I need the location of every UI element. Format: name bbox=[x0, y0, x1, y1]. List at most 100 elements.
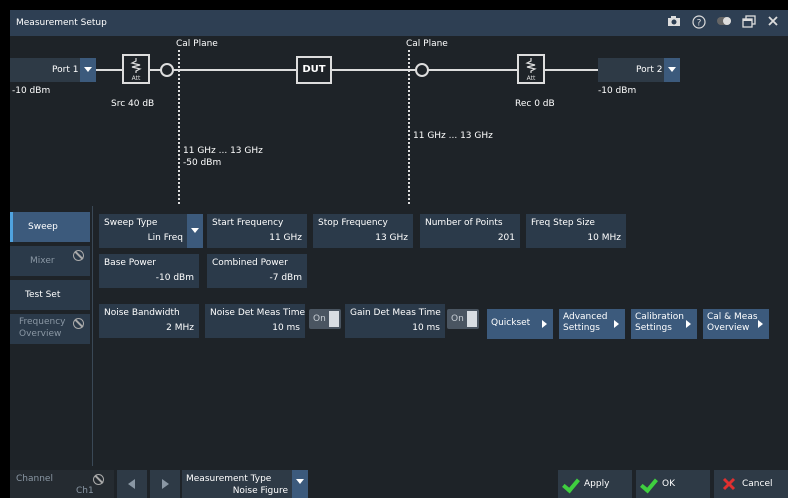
sweep-type-label: Sweep Type bbox=[104, 218, 158, 228]
help-icon[interactable]: ? bbox=[691, 15, 707, 31]
close-icon[interactable] bbox=[765, 15, 781, 31]
sweep-type-field[interactable]: Sweep Type Lin Freq bbox=[99, 214, 187, 248]
freq-step-size-label: Freq Step Size bbox=[531, 218, 595, 228]
freq-step-size-field[interactable]: Freq Step Size 10 MHz bbox=[526, 214, 626, 248]
measurement-setup-dialog: Measurement Setup ? Port 1 -10 dBm Att S… bbox=[10, 10, 788, 498]
sidebar-item-label: Frequency bbox=[19, 317, 66, 327]
chevron-right-icon bbox=[542, 320, 547, 328]
previous-button[interactable] bbox=[117, 470, 147, 498]
checkmark-icon bbox=[562, 474, 580, 494]
toggle-icon[interactable] bbox=[716, 15, 732, 31]
not-available-icon bbox=[73, 318, 84, 329]
cal-plane-right-label: Cal Plane bbox=[406, 39, 448, 49]
start-frequency-field[interactable]: Start Frequency 11 GHz bbox=[207, 214, 307, 248]
gain-det-meas-time-field[interactable]: Gain Det Meas Time 10 ms bbox=[345, 304, 445, 338]
chevron-left-icon bbox=[128, 479, 135, 489]
checkmark-icon bbox=[640, 474, 658, 494]
quickset-button[interactable]: Quickset bbox=[487, 309, 553, 339]
apply-button[interactable]: Apply bbox=[558, 470, 632, 498]
sidebar-item-frequency-overview[interactable]: Frequency Overview bbox=[10, 314, 90, 344]
noise-det-toggle[interactable]: On bbox=[309, 309, 341, 329]
port1-label: Port 1 bbox=[52, 65, 79, 75]
channel-field[interactable]: Channel Ch1 bbox=[10, 470, 114, 498]
toggle-knob bbox=[329, 311, 339, 327]
cal-meas-overview-label: Cal & Meas Overview bbox=[707, 312, 758, 333]
not-available-icon bbox=[73, 250, 84, 261]
cancel-x-icon bbox=[722, 477, 736, 491]
rec-att-text: Att bbox=[527, 75, 536, 82]
camera-icon[interactable] bbox=[666, 15, 682, 31]
sweep-panel: Sweep Type Lin Freq Start Frequency 11 G… bbox=[92, 206, 788, 466]
apply-label: Apply bbox=[584, 479, 610, 489]
channel-value: Ch1 bbox=[76, 486, 94, 496]
sidebar-item-label: Test Set bbox=[25, 290, 61, 300]
calibration-settings-label: Calibration Settings bbox=[635, 312, 684, 333]
cal-plane-left-label: Cal Plane bbox=[176, 39, 218, 49]
noise-det-meas-time-label: Noise Det Meas Time bbox=[210, 308, 306, 318]
dut-box[interactable]: DUT bbox=[296, 56, 332, 84]
noise-bandwidth-value: 2 MHz bbox=[166, 323, 194, 333]
right-freq-range: 11 GHz ... 13 GHz bbox=[413, 131, 493, 141]
port2-dropdown[interactable] bbox=[664, 58, 680, 82]
ok-button[interactable]: OK bbox=[636, 470, 710, 498]
next-button[interactable] bbox=[150, 470, 180, 498]
base-power-label: Base Power bbox=[104, 258, 156, 268]
measurement-type-dropdown[interactable] bbox=[292, 470, 308, 498]
number-of-points-label: Number of Points bbox=[425, 218, 503, 228]
freq-step-size-value: 10 MHz bbox=[587, 233, 621, 243]
not-available-icon bbox=[93, 474, 104, 485]
base-power-field[interactable]: Base Power -10 dBm bbox=[99, 254, 199, 288]
port1-dropdown[interactable] bbox=[80, 58, 96, 82]
sidebar: Sweep Mixer Test Set Frequency Overview bbox=[10, 206, 92, 466]
measurement-diagram: Port 1 -10 dBm Att Src 40 dB Cal Plane 1… bbox=[10, 36, 788, 206]
combined-power-field[interactable]: Combined Power -7 dBm bbox=[207, 254, 307, 288]
sidebar-item-test-set[interactable]: Test Set bbox=[10, 280, 90, 310]
window-icon[interactable] bbox=[741, 15, 757, 31]
left-freq-range: 11 GHz ... 13 GHz bbox=[183, 146, 263, 156]
start-frequency-value: 11 GHz bbox=[269, 233, 302, 243]
advanced-settings-label: Advanced Settings bbox=[563, 312, 608, 333]
calibration-settings-button[interactable]: Calibration Settings bbox=[631, 309, 697, 339]
toggle-knob bbox=[467, 311, 477, 327]
quickset-label: Quickset bbox=[491, 318, 531, 328]
bottom-bar: Channel Ch1 Measurement Type Noise Figur… bbox=[10, 468, 788, 498]
stop-frequency-label: Stop Frequency bbox=[318, 218, 388, 228]
gain-det-meas-time-label: Gain Det Meas Time bbox=[350, 308, 441, 318]
measurement-type-field[interactable]: Measurement Type Noise Figure bbox=[182, 470, 292, 498]
combined-power-label: Combined Power bbox=[212, 258, 288, 268]
advanced-settings-button[interactable]: Advanced Settings bbox=[559, 309, 625, 339]
port2-label: Port 2 bbox=[636, 65, 663, 75]
gain-det-toggle-label: On bbox=[451, 314, 464, 324]
sidebar-item-sweep[interactable]: Sweep bbox=[10, 212, 90, 242]
src-att-label: Src 40 dB bbox=[111, 99, 155, 109]
port2-power: -10 dBm bbox=[598, 86, 637, 96]
chevron-right-icon bbox=[758, 320, 763, 328]
gain-det-toggle[interactable]: On bbox=[447, 309, 479, 329]
number-of-points-field[interactable]: Number of Points 201 bbox=[420, 214, 520, 248]
chevron-right-icon bbox=[614, 320, 619, 328]
sweep-type-dropdown[interactable] bbox=[187, 214, 203, 248]
number-of-points-value: 201 bbox=[497, 233, 515, 243]
source-attenuator[interactable]: Att bbox=[122, 54, 150, 84]
sidebar-item-mixer[interactable]: Mixer bbox=[10, 246, 90, 276]
measurement-type-label: Measurement Type bbox=[186, 474, 272, 484]
noise-det-meas-time-value: 10 ms bbox=[272, 323, 300, 333]
start-frequency-label: Start Frequency bbox=[212, 218, 284, 228]
noise-det-meas-time-field[interactable]: Noise Det Meas Time 10 ms bbox=[205, 304, 305, 338]
chevron-right-icon bbox=[162, 479, 169, 489]
receiver-attenuator[interactable]: Att bbox=[517, 54, 545, 84]
noise-bandwidth-field[interactable]: Noise Bandwidth 2 MHz bbox=[99, 304, 199, 338]
window-title: Measurement Setup bbox=[16, 18, 107, 28]
dut-label: DUT bbox=[302, 64, 326, 75]
chevron-right-icon bbox=[686, 320, 691, 328]
gain-det-meas-time-value: 10 ms bbox=[412, 323, 440, 333]
measurement-type-value: Noise Figure bbox=[232, 486, 288, 496]
cancel-button[interactable]: Cancel bbox=[714, 470, 788, 498]
port1-power: -10 dBm bbox=[12, 86, 51, 96]
channel-label: Channel bbox=[16, 474, 53, 484]
stop-frequency-field[interactable]: Stop Frequency 13 GHz bbox=[313, 214, 413, 248]
receiver-coupler bbox=[415, 63, 429, 77]
cal-meas-overview-button[interactable]: Cal & Meas Overview bbox=[703, 309, 769, 339]
base-power-value: -10 dBm bbox=[155, 273, 194, 283]
noise-det-toggle-label: On bbox=[313, 314, 326, 324]
